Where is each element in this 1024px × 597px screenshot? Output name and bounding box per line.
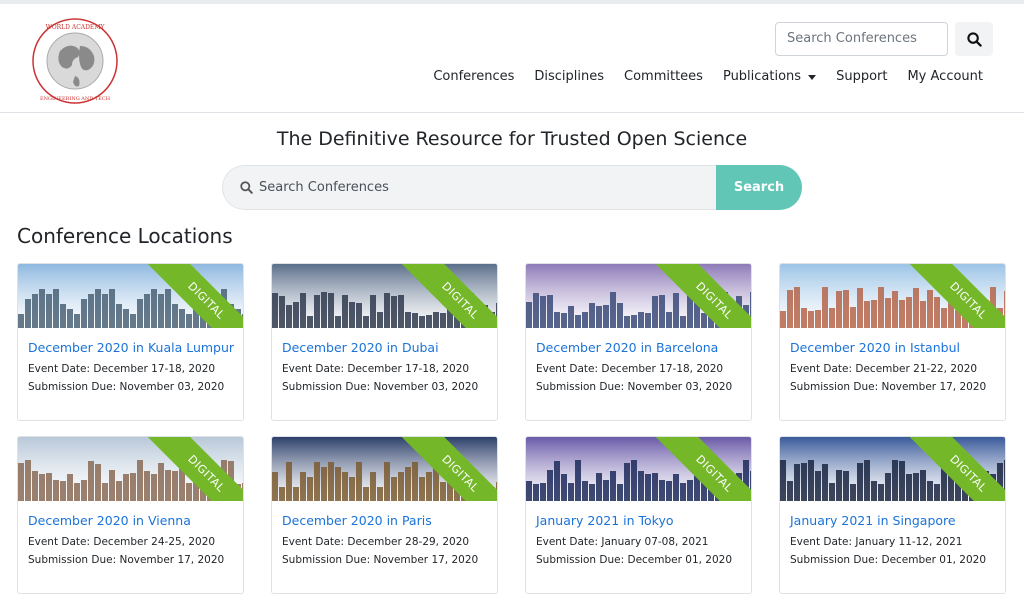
event-date: Event Date: December 21-22, 2020 bbox=[790, 363, 978, 375]
event-date: Event Date: December 28-29, 2020 bbox=[282, 536, 470, 548]
digital-ribbon-label: DIGITAL bbox=[650, 264, 751, 328]
conference-card[interactable]: DIGITAL December 2020 in Kuala Lumpur Ev… bbox=[17, 263, 244, 421]
conference-card[interactable]: DIGITAL January 2021 in Singapore Event … bbox=[779, 436, 1006, 594]
submission-due: Submission Due: December 01, 2020 bbox=[790, 554, 987, 566]
section-title: Conference Locations bbox=[17, 224, 233, 248]
city-image[interactable]: DIGITAL bbox=[272, 437, 497, 501]
digital-ribbon-label: DIGITAL bbox=[396, 437, 497, 501]
svg-text:WORLD ACADEMY: WORLD ACADEMY bbox=[46, 24, 106, 31]
card-title-link[interactable]: December 2020 in Kuala Lumpur bbox=[28, 340, 234, 355]
digital-ribbon: DIGITAL bbox=[641, 437, 751, 501]
submission-due: Submission Due: November 03, 2020 bbox=[282, 381, 479, 393]
main-search-bar: Search Conferences Search bbox=[222, 165, 802, 210]
conference-card[interactable]: DIGITAL December 2020 in Paris Event Dat… bbox=[271, 436, 498, 594]
digital-ribbon-label: DIGITAL bbox=[142, 437, 243, 501]
conference-card[interactable]: DIGITAL December 2020 in Dubai Event Dat… bbox=[271, 263, 498, 421]
city-image[interactable]: DIGITAL bbox=[780, 437, 1005, 501]
card-title-link[interactable]: December 2020 in Vienna bbox=[28, 513, 233, 528]
submission-due: Submission Due: November 17, 2020 bbox=[282, 554, 479, 566]
digital-ribbon-label: DIGITAL bbox=[142, 264, 243, 328]
nav-publications[interactable]: Publications bbox=[713, 68, 826, 86]
conference-card[interactable]: DIGITAL December 2020 in Barcelona Event… bbox=[525, 263, 752, 421]
submission-due: Submission Due: November 03, 2020 bbox=[28, 381, 225, 393]
hero-title: The Definitive Resource for Trusted Open… bbox=[276, 128, 748, 150]
header-search-button[interactable] bbox=[955, 22, 993, 56]
submission-due: Submission Due: November 17, 2020 bbox=[790, 381, 987, 393]
header-search-input[interactable]: Search Conferences bbox=[775, 22, 948, 56]
nav-committees[interactable]: Committees bbox=[614, 68, 713, 86]
nav-support[interactable]: Support bbox=[826, 68, 897, 86]
site-header: WORLD ACADEMY ENGINEERING AND TECH Searc… bbox=[0, 4, 1024, 113]
city-image[interactable]: DIGITAL bbox=[780, 264, 1005, 328]
card-title-link[interactable]: December 2020 in Paris bbox=[282, 513, 487, 528]
caret-down-icon bbox=[808, 75, 817, 80]
submission-due: Submission Due: December 01, 2020 bbox=[536, 554, 733, 566]
digital-ribbon: DIGITAL bbox=[895, 437, 1005, 501]
search-icon bbox=[966, 31, 982, 47]
digital-ribbon: DIGITAL bbox=[133, 437, 243, 501]
city-image[interactable]: DIGITAL bbox=[272, 264, 497, 328]
city-image[interactable]: DIGITAL bbox=[526, 264, 751, 328]
conference-card[interactable]: DIGITAL December 2020 in Istanbul Event … bbox=[779, 263, 1006, 421]
event-date: Event Date: December 17-18, 2020 bbox=[282, 363, 470, 375]
nav-disciplines[interactable]: Disciplines bbox=[524, 68, 614, 86]
waset-logo[interactable]: WORLD ACADEMY ENGINEERING AND TECH bbox=[30, 16, 120, 106]
city-image[interactable]: DIGITAL bbox=[18, 437, 243, 501]
nav-my-account[interactable]: My Account bbox=[897, 68, 983, 86]
event-date: Event Date: December 24-25, 2020 bbox=[28, 536, 216, 548]
nav-conferences[interactable]: Conferences bbox=[423, 68, 524, 86]
digital-ribbon: DIGITAL bbox=[133, 264, 243, 328]
event-date: Event Date: January 11-12, 2021 bbox=[790, 536, 963, 548]
main-nav: Conferences Disciplines Committees Publi… bbox=[423, 68, 983, 86]
card-title-link[interactable]: January 2021 in Singapore bbox=[790, 513, 995, 528]
conference-card[interactable]: DIGITAL January 2021 in Tokyo Event Date… bbox=[525, 436, 752, 594]
card-title-link[interactable]: January 2021 in Tokyo bbox=[536, 513, 741, 528]
digital-ribbon-label: DIGITAL bbox=[904, 437, 1005, 501]
digital-ribbon: DIGITAL bbox=[641, 264, 751, 328]
digital-ribbon-label: DIGITAL bbox=[904, 264, 1005, 328]
submission-due: Submission Due: November 03, 2020 bbox=[536, 381, 733, 393]
svg-text:ENGINEERING AND TECH: ENGINEERING AND TECH bbox=[40, 96, 111, 102]
digital-ribbon: DIGITAL bbox=[387, 264, 497, 328]
submission-due: Submission Due: November 17, 2020 bbox=[28, 554, 225, 566]
city-image[interactable]: DIGITAL bbox=[18, 264, 243, 328]
card-title-link[interactable]: December 2020 in Barcelona bbox=[536, 340, 741, 355]
conference-card[interactable]: DIGITAL December 2020 in Vienna Event Da… bbox=[17, 436, 244, 594]
conference-grid: DIGITAL December 2020 in Kuala Lumpur Ev… bbox=[17, 263, 1007, 594]
event-date: Event Date: January 07-08, 2021 bbox=[536, 536, 709, 548]
card-title-link[interactable]: December 2020 in Dubai bbox=[282, 340, 487, 355]
main-search-input[interactable]: Search Conferences bbox=[222, 165, 716, 210]
main-search-button[interactable]: Search bbox=[716, 165, 802, 210]
city-image[interactable]: DIGITAL bbox=[526, 437, 751, 501]
digital-ribbon: DIGITAL bbox=[387, 437, 497, 501]
event-date: Event Date: December 17-18, 2020 bbox=[536, 363, 724, 375]
event-date: Event Date: December 17-18, 2020 bbox=[28, 363, 216, 375]
search-icon bbox=[240, 181, 253, 194]
card-title-link[interactable]: December 2020 in Istanbul bbox=[790, 340, 995, 355]
digital-ribbon-label: DIGITAL bbox=[650, 437, 751, 501]
digital-ribbon: DIGITAL bbox=[895, 264, 1005, 328]
digital-ribbon-label: DIGITAL bbox=[396, 264, 497, 328]
